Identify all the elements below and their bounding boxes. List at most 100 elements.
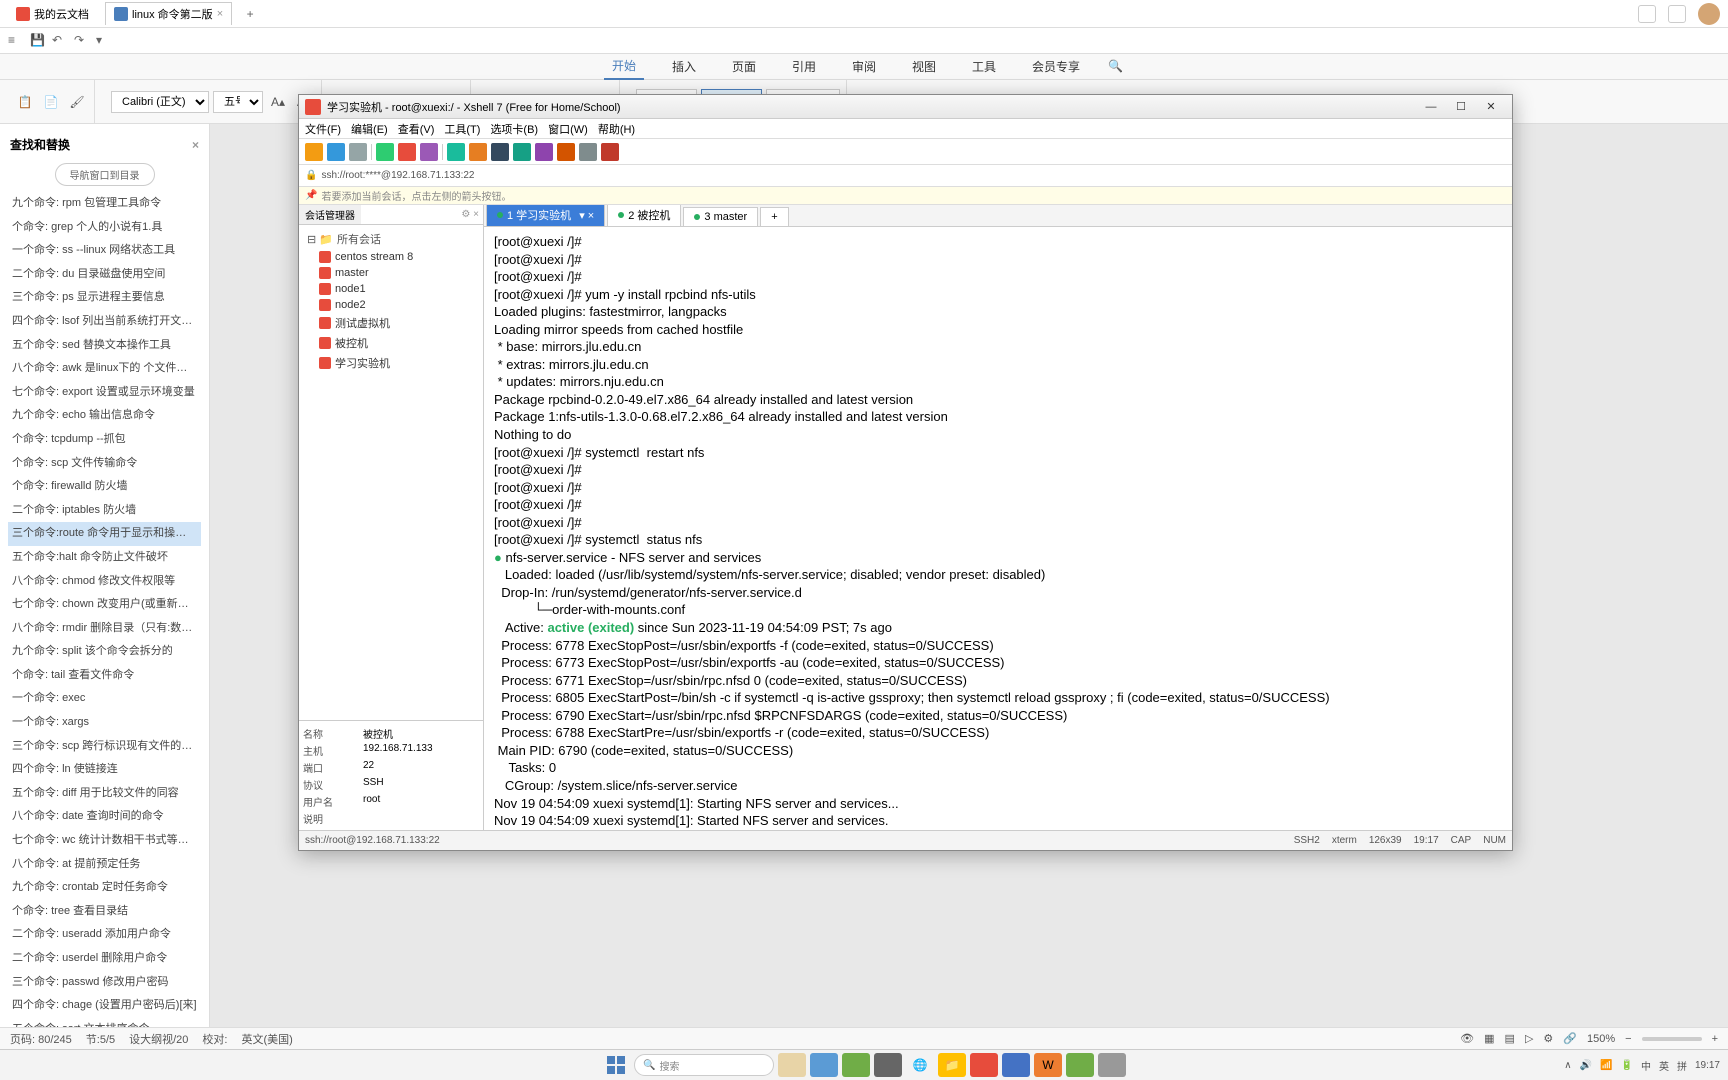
fullscreen-icon[interactable] bbox=[579, 143, 597, 161]
nav-item[interactable]: 七个命令: chown 改变用户(或重新给权限... bbox=[8, 593, 201, 617]
nav-item[interactable]: 八个命令: awk 是linux下的 个文件映射管 bbox=[8, 357, 201, 381]
font-size-select[interactable]: 五号 bbox=[213, 91, 263, 113]
layout-icon[interactable]: ▦ bbox=[1484, 1032, 1494, 1045]
tray-icon[interactable]: 🔋 bbox=[1621, 1060, 1633, 1071]
nav-item[interactable]: 五个命令: diff 用于比较文件的同容 bbox=[8, 782, 201, 806]
tree-host[interactable]: node1 bbox=[303, 281, 479, 297]
window-btn-1[interactable] bbox=[1638, 5, 1656, 23]
avatar[interactable] bbox=[1698, 3, 1720, 25]
menu-ref[interactable]: 引用 bbox=[784, 54, 824, 79]
nav-item[interactable]: 二个命令: userdel 删除用户命令 bbox=[8, 947, 201, 971]
menu-item[interactable]: 文件(F) bbox=[305, 121, 341, 137]
terminal-tab[interactable]: 2 被控机 bbox=[607, 205, 681, 226]
view-icon[interactable]: 👁 bbox=[1460, 1032, 1474, 1045]
save-icon[interactable] bbox=[349, 143, 367, 161]
wps-tab-document[interactable]: linux 命令第二版× bbox=[105, 2, 232, 25]
nav-item[interactable]: 八个命令: rmdir 删除目录（只有:数的时卡... bbox=[8, 617, 201, 641]
maximize-icon[interactable]: ☐ bbox=[1446, 97, 1476, 117]
add-tab-button[interactable]: + bbox=[760, 207, 788, 226]
props-icon[interactable] bbox=[513, 143, 531, 161]
nav-item[interactable]: 三个命令: scp 跨行标识现有文件的命令 bbox=[8, 735, 201, 759]
nav-item[interactable]: 二个命令: useradd 添加用户命令 bbox=[8, 923, 201, 947]
nav-item[interactable]: 三个命令: passwd 修改用户密码 bbox=[8, 971, 201, 995]
nav-item[interactable]: 八个命令: date 查询时间的命令 bbox=[8, 805, 201, 829]
terminal-tab[interactable]: 3 master bbox=[683, 207, 758, 226]
taskbar-app-1[interactable] bbox=[778, 1053, 806, 1077]
open-icon[interactable] bbox=[327, 143, 345, 161]
tray-icon[interactable]: 🔊 bbox=[1580, 1060, 1592, 1071]
menu-item[interactable]: 窗口(W) bbox=[548, 121, 588, 137]
close-icon[interactable]: ✕ bbox=[1476, 97, 1506, 117]
font-icon[interactable] bbox=[557, 143, 575, 161]
menu-tools[interactable]: 工具 bbox=[964, 54, 1004, 79]
nav-item[interactable]: 九个命令: split 该个命令会拆分的 bbox=[8, 640, 201, 664]
reconnect-icon[interactable] bbox=[420, 143, 438, 161]
tree-host[interactable]: master bbox=[303, 265, 479, 281]
paste-icon[interactable]: 📋 bbox=[14, 91, 36, 113]
nav-item[interactable]: 八个命令: at 提前预定任务 bbox=[8, 853, 201, 877]
nav-item[interactable]: 二个命令: du 目录磁盘使用空间 bbox=[8, 263, 201, 287]
settings-icon[interactable]: ⚙ bbox=[1543, 1032, 1553, 1045]
nav-item[interactable]: 三个命令: ps 显示进程主要信息 bbox=[8, 286, 201, 310]
taskbar-app-3[interactable] bbox=[842, 1053, 870, 1077]
window-btn-2[interactable] bbox=[1668, 5, 1686, 23]
close-icon[interactable]: × bbox=[217, 8, 223, 20]
menu-review[interactable]: 审阅 bbox=[844, 54, 884, 79]
nav-item[interactable]: 九个命令: crontab 定时任务命令 bbox=[8, 876, 201, 900]
undo-icon[interactable]: ↶ bbox=[52, 33, 68, 49]
tree-folder[interactable]: ⊟ 📁 所有会话 bbox=[303, 229, 479, 249]
menu-item[interactable]: 编辑(E) bbox=[351, 121, 388, 137]
disconnect-icon[interactable] bbox=[398, 143, 416, 161]
nav-item[interactable]: 五个命令: sed 替换文本操作工具 bbox=[8, 334, 201, 358]
nav-item[interactable]: 个命令: grep 个人的小说有1.具 bbox=[8, 216, 201, 240]
zoom-in-icon[interactable]: + bbox=[1712, 1033, 1718, 1045]
panel-options-icon[interactable]: ⚙ × bbox=[457, 209, 483, 220]
nav-close-icon[interactable]: × bbox=[192, 138, 199, 152]
save-icon[interactable]: 💾 bbox=[30, 33, 46, 49]
nav-item[interactable]: 七个命令: wc 统计计数相干书式等信息 bbox=[8, 829, 201, 853]
nav-item[interactable]: 三个命令:route 命令用于显示和操作IP路由表 bbox=[8, 522, 201, 546]
taskbar-app-6[interactable] bbox=[1002, 1053, 1030, 1077]
menu-item[interactable]: 工具(T) bbox=[444, 121, 480, 137]
find-icon[interactable] bbox=[491, 143, 509, 161]
redo-icon[interactable]: ↷ bbox=[74, 33, 90, 49]
nav-item[interactable]: 四个命令: ln 使链接连 bbox=[8, 758, 201, 782]
xshell-titlebar[interactable]: 学习实验机 - root@xuexi:/ - Xshell 7 (Free fo… bbox=[299, 95, 1512, 119]
taskbar-app-4[interactable] bbox=[874, 1053, 902, 1077]
tray-icon[interactable]: 📶 bbox=[1600, 1060, 1612, 1071]
tree-host[interactable]: 学习实验机 bbox=[303, 353, 479, 373]
outline-icon[interactable]: ▤ bbox=[1505, 1032, 1515, 1045]
nav-item[interactable]: 四个命令: lsof 列出当前系统打开文件的工具 bbox=[8, 310, 201, 334]
taskbar-app-2[interactable] bbox=[810, 1053, 838, 1077]
nav-item[interactable]: 七个命令: export 设置或显示环境变量 bbox=[8, 381, 201, 405]
nav-item[interactable]: 二个命令: iptables 防火墙 bbox=[8, 499, 201, 523]
font-grow-icon[interactable]: A▴ bbox=[267, 91, 289, 113]
menu-icon[interactable]: ≡ bbox=[8, 33, 24, 49]
menu-item[interactable]: 帮助(H) bbox=[598, 121, 635, 137]
taskbar-app-7[interactable] bbox=[1066, 1053, 1094, 1077]
tree-host[interactable]: node2 bbox=[303, 297, 479, 313]
tree-host[interactable]: 被控机 bbox=[303, 333, 479, 353]
nav-item[interactable]: 九个命令: echo 输出信息命令 bbox=[8, 404, 201, 428]
nav-item[interactable]: 个命令: tcpdump --抓包 bbox=[8, 428, 201, 452]
taskbar-app-8[interactable] bbox=[1098, 1053, 1126, 1077]
color-icon[interactable] bbox=[535, 143, 553, 161]
nav-item[interactable]: 九个命令: rpm 包管理工具命令 bbox=[8, 192, 201, 216]
copy-icon[interactable] bbox=[447, 143, 465, 161]
menu-member[interactable]: 会员专享 bbox=[1024, 54, 1088, 79]
new-session-icon[interactable] bbox=[305, 143, 323, 161]
link-icon[interactable]: 🔗 bbox=[1563, 1032, 1577, 1045]
format-painter-icon[interactable]: 🖌 bbox=[66, 91, 88, 113]
taskbar-search[interactable]: 🔍 搜索 bbox=[634, 1054, 774, 1076]
zoom-slider[interactable] bbox=[1642, 1037, 1702, 1041]
menu-page[interactable]: 页面 bbox=[724, 54, 764, 79]
font-name-select[interactable]: Calibri (正文) bbox=[111, 91, 209, 113]
zoom-out-icon[interactable]: − bbox=[1625, 1033, 1631, 1045]
nav-item[interactable]: 个命令: firewalld 防火墙 bbox=[8, 475, 201, 499]
session-manager-tab[interactable]: 会话管理器 bbox=[299, 205, 361, 224]
search-icon[interactable]: 🔍 bbox=[1108, 59, 1124, 75]
add-tab-button[interactable]: + bbox=[240, 4, 260, 24]
wps-tab-cloud[interactable]: 我的云文档 bbox=[8, 3, 97, 25]
nav-search-button[interactable]: 导航窗口到目录 bbox=[55, 163, 155, 186]
menu-insert[interactable]: 插入 bbox=[664, 54, 704, 79]
